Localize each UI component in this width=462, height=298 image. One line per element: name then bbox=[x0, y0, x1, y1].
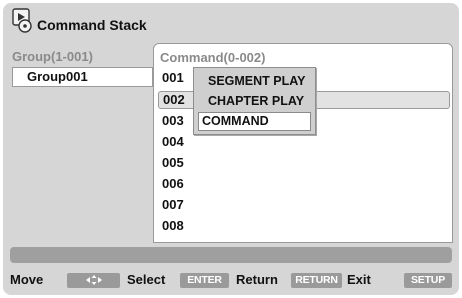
page-title: Command Stack bbox=[37, 17, 147, 33]
status-bar bbox=[10, 247, 452, 263]
command-row[interactable]: 008 bbox=[154, 215, 452, 237]
command-panel-header: Command(0-002) bbox=[160, 50, 266, 65]
enter-key-button[interactable]: ENTER bbox=[180, 273, 229, 288]
disc-menu-icon bbox=[12, 8, 32, 33]
command-row[interactable]: 006 bbox=[154, 173, 452, 195]
move-label: Move bbox=[10, 272, 44, 287]
return-label: Return bbox=[236, 272, 278, 287]
select-label: Select bbox=[127, 272, 166, 287]
footer-key-guide: Move Select ENTER Return RETURN Exit SET… bbox=[3, 267, 459, 295]
menu-item-chapter-play[interactable]: CHAPTER PLAY bbox=[198, 92, 311, 111]
command-row[interactable]: 007 bbox=[154, 194, 452, 216]
group-panel-header: Group(1-001) bbox=[12, 49, 93, 64]
command-type-popup-menu: SEGMENT PLAY CHAPTER PLAY COMMAND bbox=[193, 67, 316, 135]
exit-label: Exit bbox=[347, 272, 371, 287]
move-key-button[interactable] bbox=[67, 273, 120, 288]
return-key-button[interactable]: RETURN bbox=[291, 273, 342, 288]
menu-item-segment-play[interactable]: SEGMENT PLAY bbox=[198, 72, 311, 91]
command-stack-screen: Command Stack Group(1-001) Group001 Comm… bbox=[3, 3, 459, 295]
four-arrows-icon bbox=[85, 275, 102, 285]
group-list-item[interactable]: Group001 bbox=[12, 67, 153, 87]
menu-item-command[interactable]: COMMAND bbox=[198, 112, 311, 131]
setup-key-button[interactable]: SETUP bbox=[404, 273, 452, 288]
command-row[interactable]: 005 bbox=[154, 152, 452, 174]
